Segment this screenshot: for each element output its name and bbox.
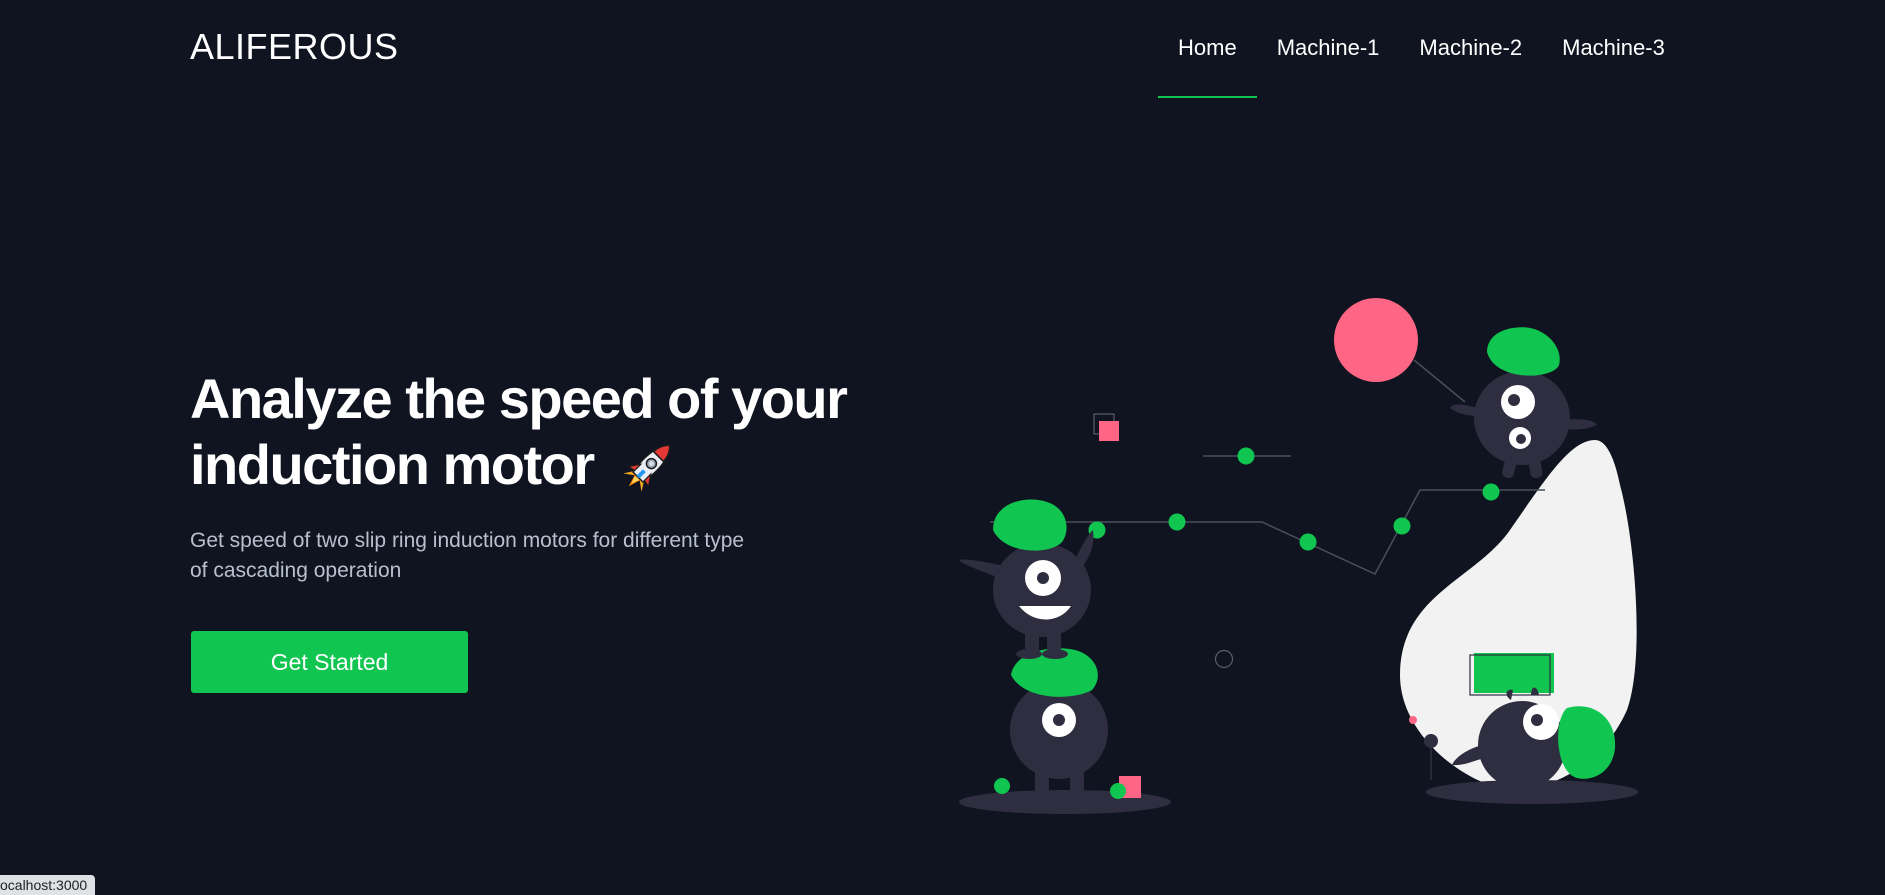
monster-top-left — [959, 499, 1094, 659]
get-started-button[interactable]: Get Started — [191, 631, 468, 693]
dot-4 — [1393, 517, 1411, 535]
nav-machine-1[interactable]: Machine-1 — [1257, 33, 1400, 98]
browser-status-bar: ocalhost:3000 — [0, 875, 96, 895]
main-nav: Home Machine-1 Machine-2 Machine-3 — [1158, 33, 1685, 98]
hero-subtitle: Get speed of two slip ring induction mot… — [190, 529, 745, 582]
balloon-string — [1413, 359, 1466, 403]
hero-illustration — [959, 298, 1638, 814]
hero-title-line-1: Analyze the speed of your — [190, 367, 848, 430]
dot-5 — [1482, 483, 1500, 501]
dot-3 — [1299, 533, 1317, 551]
green-dot-bottom-left — [994, 778, 1010, 794]
hero-title: Analyze the speed of your induction moto… — [190, 366, 910, 498]
site-header: ALIFEROUS Home Machine-1 Machine-2 Machi… — [0, 0, 1885, 98]
pink-balloon — [1334, 298, 1418, 382]
brand-logo[interactable]: ALIFEROUS — [190, 26, 399, 68]
hero-title-line-2: induction motor — [190, 433, 595, 496]
nav-home[interactable]: Home — [1158, 33, 1257, 98]
page: ALIFEROUS Home Machine-1 Machine-2 Machi… — [0, 0, 1885, 895]
pink-square-top — [1099, 421, 1119, 441]
dot-6 — [1237, 447, 1255, 465]
nav-machine-2[interactable]: Machine-2 — [1399, 33, 1542, 98]
rocket-icon — [622, 444, 671, 492]
monster-bottom-left — [1010, 648, 1108, 801]
nav-machine-3[interactable]: Machine-3 — [1542, 33, 1685, 98]
green-dot-bottom-mid — [1110, 783, 1126, 799]
dot-2 — [1168, 513, 1186, 531]
outline-circle — [1214, 649, 1234, 669]
